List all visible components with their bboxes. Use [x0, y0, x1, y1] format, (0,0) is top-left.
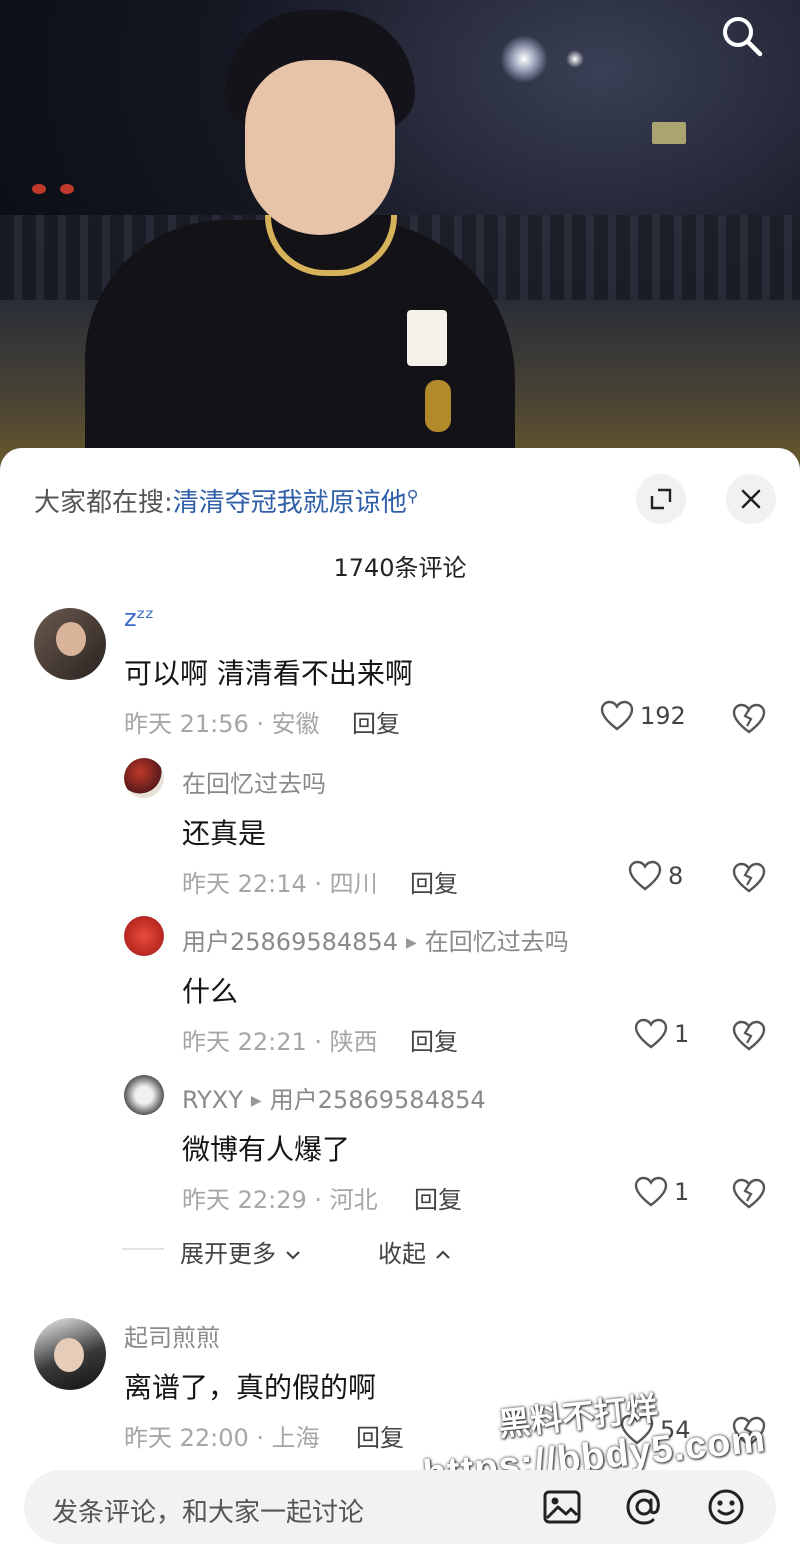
reply-button[interactable]: 回复 [352, 704, 400, 739]
collapse-button[interactable]: 收起 [378, 1234, 452, 1269]
broken-heart-icon [732, 703, 766, 734]
red-light [60, 184, 74, 194]
image-icon [543, 1490, 581, 1524]
reply-to-username[interactable]: 在回忆过去吗 [425, 928, 569, 956]
dislike-button[interactable] [732, 1019, 766, 1053]
avatar[interactable] [124, 1075, 164, 1115]
comment-text: 离谱了，真的假的啊 [124, 1371, 377, 1404]
dislike-button[interactable] [732, 1177, 766, 1211]
like-button[interactable]: 8 [628, 860, 683, 892]
expand-more-button[interactable]: 展开更多 [180, 1234, 302, 1269]
avatar[interactable] [124, 916, 164, 956]
reply-button[interactable]: 回复 [410, 864, 458, 899]
reply-button[interactable]: 回复 [410, 1022, 458, 1057]
reply-button[interactable]: 回复 [356, 1418, 404, 1453]
heart-outline-icon [634, 1018, 668, 1049]
exit-sign [652, 122, 686, 144]
like-count: 8 [668, 862, 684, 890]
broken-heart-icon [732, 1020, 766, 1051]
like-count: 192 [640, 702, 686, 730]
hot-search-prefix: 大家都在搜: [34, 488, 173, 518]
video-player[interactable] [0, 0, 800, 470]
comment-text: 可以啊 清清看不出来啊 [124, 657, 413, 690]
avatar[interactable] [124, 758, 164, 798]
close-button[interactable] [726, 474, 776, 524]
search-icon [723, 17, 763, 57]
fullscreen-icon [650, 488, 672, 510]
search-small-icon: ⚲ [406, 486, 419, 506]
reply-to-arrow-icon: ▶ [250, 1093, 262, 1109]
like-button[interactable]: 192 [600, 700, 686, 732]
heart-outline-icon [600, 700, 634, 731]
hot-search-query[interactable]: 清清夺冠我就原谅他 [173, 488, 407, 518]
reply-to-username[interactable]: 用户25869584854 [270, 1086, 486, 1114]
reply-text: 还真是 [182, 817, 267, 850]
collapse-label: 收起 [378, 1240, 426, 1268]
emoji-button[interactable] [706, 1487, 746, 1527]
divider [122, 1248, 164, 1250]
red-light [32, 184, 46, 194]
comment-input-bar[interactable]: 发条评论，和大家一起讨论 [24, 1470, 776, 1544]
reply-username[interactable]: RYXY ▶ 用户25869584854 [182, 1080, 486, 1115]
like-button[interactable]: 1 [634, 1176, 689, 1208]
dislike-button[interactable] [732, 861, 766, 895]
mention-button[interactable] [624, 1487, 664, 1527]
like-count: 1 [674, 1020, 690, 1048]
fullscreen-button[interactable] [636, 474, 686, 524]
comment-meta: 昨天 21:56 · 安徽 [124, 710, 320, 738]
comment-meta: 昨天 22:00 · 上海 [124, 1424, 320, 1452]
reply-button[interactable]: 回复 [414, 1180, 462, 1215]
reply-meta: 昨天 22:29 · 河北 [182, 1186, 378, 1214]
reply-username[interactable]: 用户25869584854 ▶ 在回忆过去吗 [182, 922, 569, 957]
team-badge [425, 380, 451, 432]
sponsor-patch [407, 310, 447, 366]
dislike-button[interactable] [732, 702, 766, 736]
reply-text: 什么 [182, 975, 239, 1008]
chevron-up-icon [435, 1250, 450, 1259]
image-button[interactable] [542, 1487, 582, 1527]
comment-username[interactable]: 起司煎煎 [124, 1318, 220, 1353]
heart-outline-icon [634, 1176, 668, 1207]
comment-input-placeholder[interactable]: 发条评论，和大家一起讨论 [52, 1492, 364, 1529]
reply-text: 微博有人爆了 [182, 1133, 351, 1166]
emoji-icon [708, 1489, 744, 1525]
avatar[interactable] [34, 608, 106, 680]
player-figure [85, 0, 515, 470]
reply-meta: 昨天 22:14 · 四川 [182, 870, 378, 898]
reply-meta: 昨天 22:21 · 陕西 [182, 1028, 378, 1056]
avatar[interactable] [34, 1318, 106, 1390]
heart-outline-icon [628, 860, 662, 891]
chevron-down-icon [285, 1251, 300, 1260]
reply-username[interactable]: 在回忆过去吗 [182, 764, 326, 799]
close-icon [741, 489, 761, 509]
reply-to-arrow-icon: ▶ [405, 935, 417, 951]
expand-more-label: 展开更多 [180, 1240, 276, 1268]
broken-heart-icon [732, 862, 766, 893]
face [245, 60, 395, 235]
reply-username-text[interactable]: RYXY [182, 1086, 243, 1114]
comment-count: 1740条评论 [333, 554, 467, 582]
at-icon [626, 1489, 660, 1525]
like-button[interactable]: 1 [634, 1018, 689, 1050]
broken-heart-icon [732, 1178, 766, 1209]
reply-username-text[interactable]: 用户25869584854 [182, 928, 398, 956]
hot-search-bar[interactable]: 大家都在搜:清清夺冠我就原谅他⚲ [34, 482, 419, 519]
like-count: 1 [674, 1178, 690, 1206]
stage-light [566, 50, 584, 68]
search-button[interactable] [718, 12, 766, 60]
comment-username[interactable]: zᶻᶻ [124, 604, 154, 632]
